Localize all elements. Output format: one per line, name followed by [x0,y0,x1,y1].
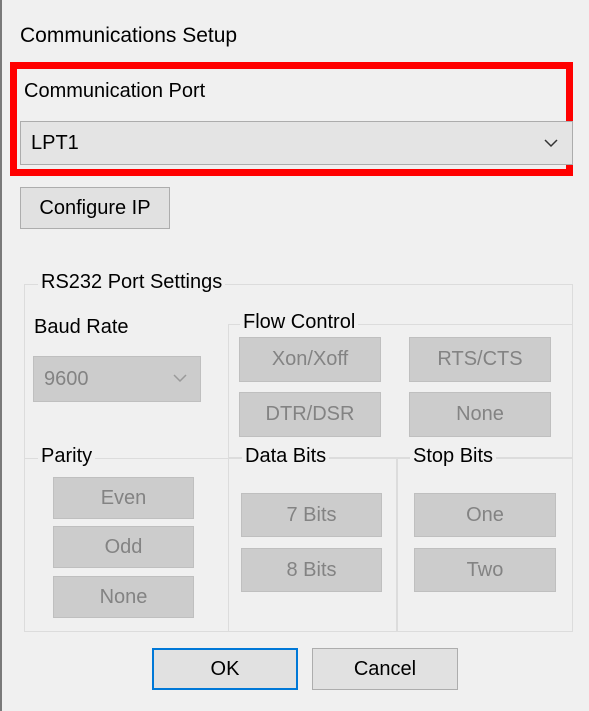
xon-xoff-button[interactable]: Xon/Xoff [239,337,381,382]
data-bits-group [228,458,397,632]
data-bits-7-button[interactable]: 7 Bits [241,493,382,537]
stop-bits-label: Stop Bits [410,445,497,468]
cancel-button[interactable]: Cancel [312,648,458,690]
baud-rate-label: Baud Rate [34,316,129,338]
communication-port-label: Communication Port [24,80,206,102]
data-bits-8-button[interactable]: 8 Bits [241,548,382,592]
chevron-down-icon [173,374,187,383]
ok-button[interactable]: OK [152,648,298,690]
communication-port-select[interactable]: LPT1 [20,121,573,165]
chevron-down-icon [544,139,558,148]
data-bits-label: Data Bits [242,445,330,468]
parity-none-button[interactable]: None [53,576,194,618]
parity-label: Parity [38,445,96,468]
window-left-border [0,0,2,711]
flow-none-button[interactable]: None [409,392,551,437]
dtr-dsr-button[interactable]: DTR/DSR [239,392,381,437]
communication-port-value: LPT1 [31,132,79,154]
window-title: Communications Setup [20,24,238,47]
stop-bits-two-button[interactable]: Two [414,548,556,592]
stop-bits-one-button[interactable]: One [414,493,556,537]
baud-rate-select[interactable]: 9600 [33,356,201,402]
stop-bits-group [397,458,573,632]
configure-ip-button[interactable]: Configure IP [20,187,170,229]
rts-cts-button[interactable]: RTS/CTS [409,337,551,382]
rs232-group-label: RS232 Port Settings [38,271,226,294]
baud-rate-value: 9600 [44,368,89,390]
flow-control-label: Flow Control [240,311,359,334]
parity-even-button[interactable]: Even [53,477,194,519]
parity-odd-button[interactable]: Odd [53,526,194,568]
